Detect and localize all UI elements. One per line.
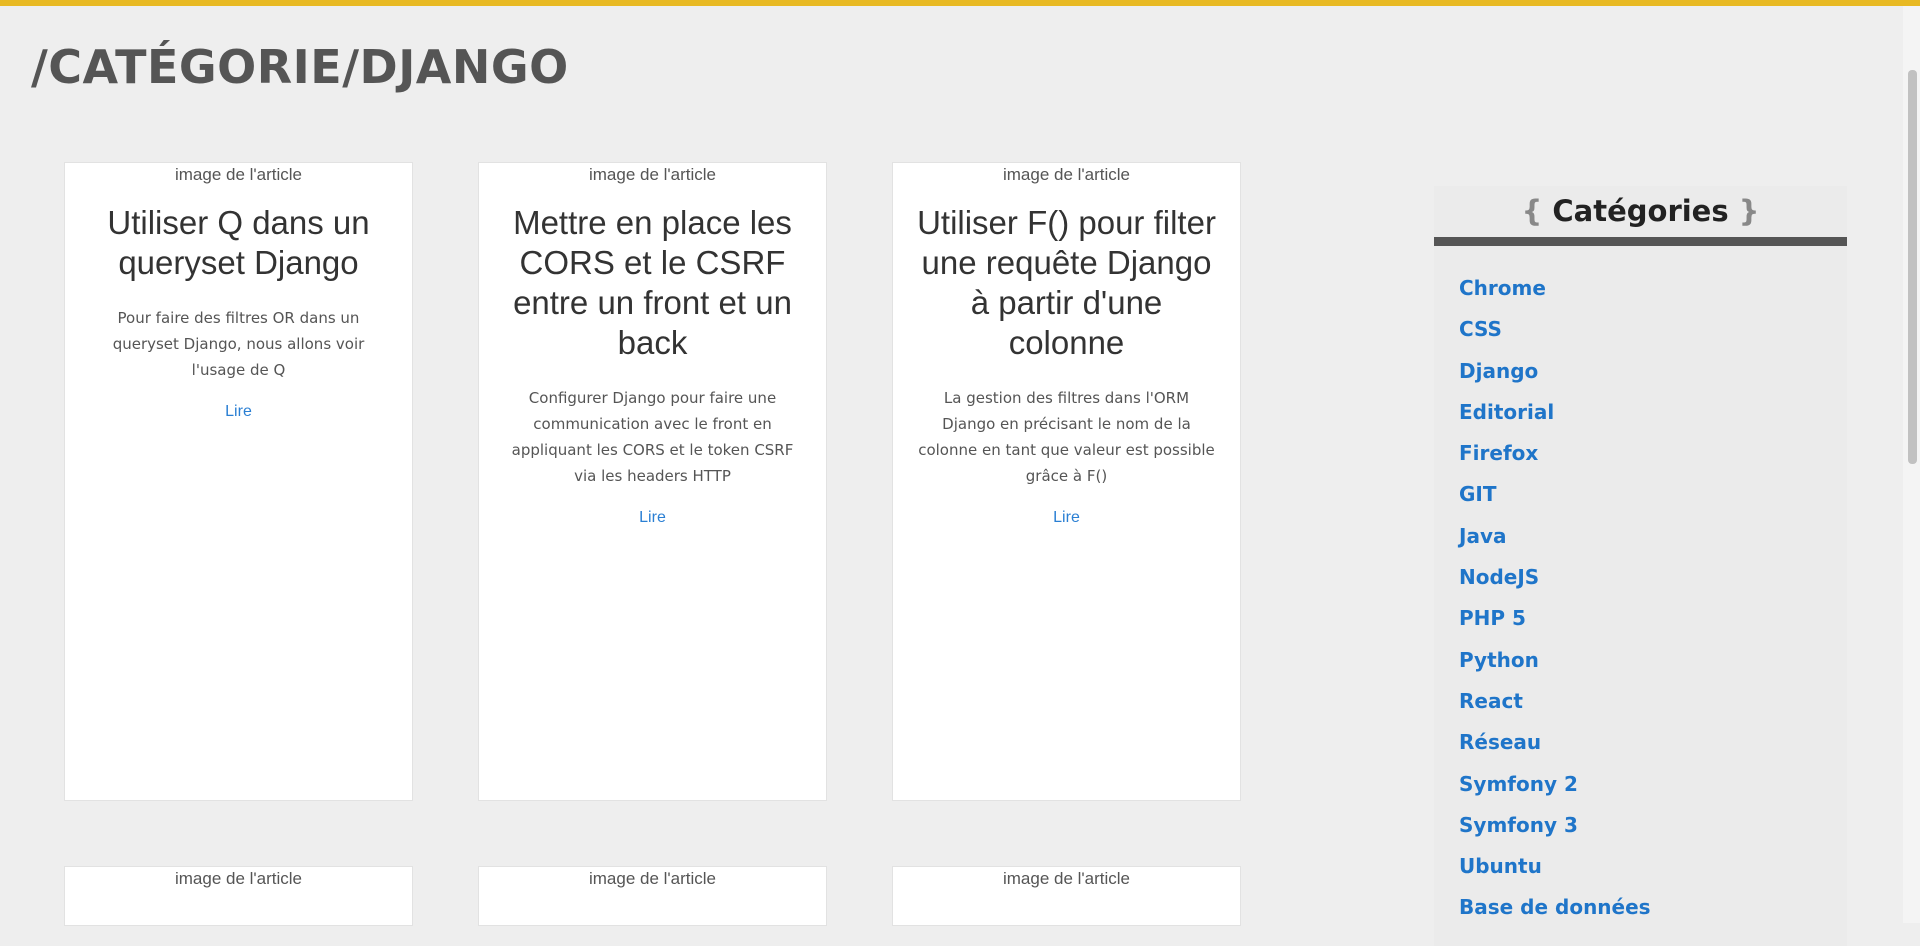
category-item: Ubuntu	[1459, 854, 1651, 895]
sidebar-title: { Catégories }	[1434, 194, 1847, 234]
article-excerpt: La gestion des filtres dans l'ORM Django…	[918, 389, 1215, 485]
article-image[interactable]: image de l'article	[893, 165, 1240, 185]
article-image[interactable]: image de l'article	[893, 869, 1240, 889]
sidebar-divider	[1434, 237, 1847, 246]
sidebar-title-text: Catégories	[1552, 194, 1729, 228]
category-item: Symfony 2	[1459, 772, 1651, 813]
category-item: PHP 5	[1459, 606, 1651, 647]
category-item: Chrome	[1459, 276, 1651, 317]
category-link-java[interactable]: Java	[1459, 524, 1506, 548]
category-link-reseau[interactable]: Réseau	[1459, 730, 1541, 754]
category-link-base-de-donnees[interactable]: Base de données	[1459, 895, 1651, 919]
page-title: /CATÉGORIE/DJANGO	[31, 40, 569, 94]
category-item: Base de données	[1459, 895, 1651, 936]
category-link-git[interactable]: GIT	[1459, 482, 1497, 506]
article-card: image de l'article	[64, 866, 413, 926]
category-link-editorial[interactable]: Editorial	[1459, 400, 1554, 424]
brace-close: }	[1738, 194, 1760, 228]
category-link-react[interactable]: React	[1459, 689, 1523, 713]
scrollbar-thumb[interactable]	[1908, 70, 1917, 464]
article-card: image de l'article Mettre en place les C…	[478, 162, 827, 801]
category-item: Java	[1459, 524, 1651, 565]
article-card: image de l'article	[478, 866, 827, 926]
category-link-php5[interactable]: PHP 5	[1459, 606, 1526, 630]
article-image[interactable]: image de l'article	[65, 869, 412, 889]
category-link-ubuntu[interactable]: Ubuntu	[1459, 854, 1542, 878]
categories-sidebar: { Catégories } Chrome CSS Django Editori…	[1434, 186, 1847, 946]
article-excerpt: Configurer Django pour faire une communi…	[511, 389, 794, 485]
article-card: image de l'article	[892, 866, 1241, 926]
category-link-python[interactable]: Python	[1459, 648, 1539, 672]
category-item: Réseau	[1459, 730, 1651, 771]
category-item: Python	[1459, 648, 1651, 689]
category-item: Firefox	[1459, 441, 1651, 482]
category-item: CSS	[1459, 317, 1651, 358]
top-accent-bar	[0, 0, 1920, 6]
article-excerpt: Pour faire des filtres OR dans un querys…	[112, 309, 365, 379]
category-item: GIT	[1459, 482, 1651, 523]
category-link-css[interactable]: CSS	[1459, 317, 1502, 341]
category-link-symfony3[interactable]: Symfony 3	[1459, 813, 1578, 837]
article-card: image de l'article Utiliser Q dans un qu…	[64, 162, 413, 801]
article-title: Mettre en place les CORS et le CSRF entr…	[513, 204, 792, 361]
category-item: React	[1459, 689, 1651, 730]
article-title: Utiliser F() pour filter une requête Dja…	[917, 204, 1216, 361]
article-title: Utiliser Q dans un queryset Django	[107, 204, 370, 281]
read-link[interactable]: Lire	[639, 509, 666, 527]
read-link[interactable]: Lire	[1053, 509, 1080, 527]
article-card: image de l'article Utiliser F() pour fil…	[892, 162, 1241, 801]
category-link-django[interactable]: Django	[1459, 359, 1538, 383]
category-item: Symfony 3	[1459, 813, 1651, 854]
category-link-chrome[interactable]: Chrome	[1459, 276, 1546, 300]
category-item: NodeJS	[1459, 565, 1651, 606]
category-link-firefox[interactable]: Firefox	[1459, 441, 1538, 465]
category-item: Editorial	[1459, 400, 1651, 441]
category-link-nodejs[interactable]: NodeJS	[1459, 565, 1539, 589]
brace-open: {	[1521, 194, 1543, 228]
article-image[interactable]: image de l'article	[65, 165, 412, 185]
article-image[interactable]: image de l'article	[479, 165, 826, 185]
category-list: Chrome CSS Django Editorial Firefox GIT …	[1459, 276, 1651, 937]
category-link-symfony2[interactable]: Symfony 2	[1459, 772, 1578, 796]
page-scrollbar[interactable]	[1903, 6, 1920, 923]
read-link[interactable]: Lire	[225, 403, 252, 421]
article-image[interactable]: image de l'article	[479, 869, 826, 889]
category-item: Django	[1459, 359, 1651, 400]
